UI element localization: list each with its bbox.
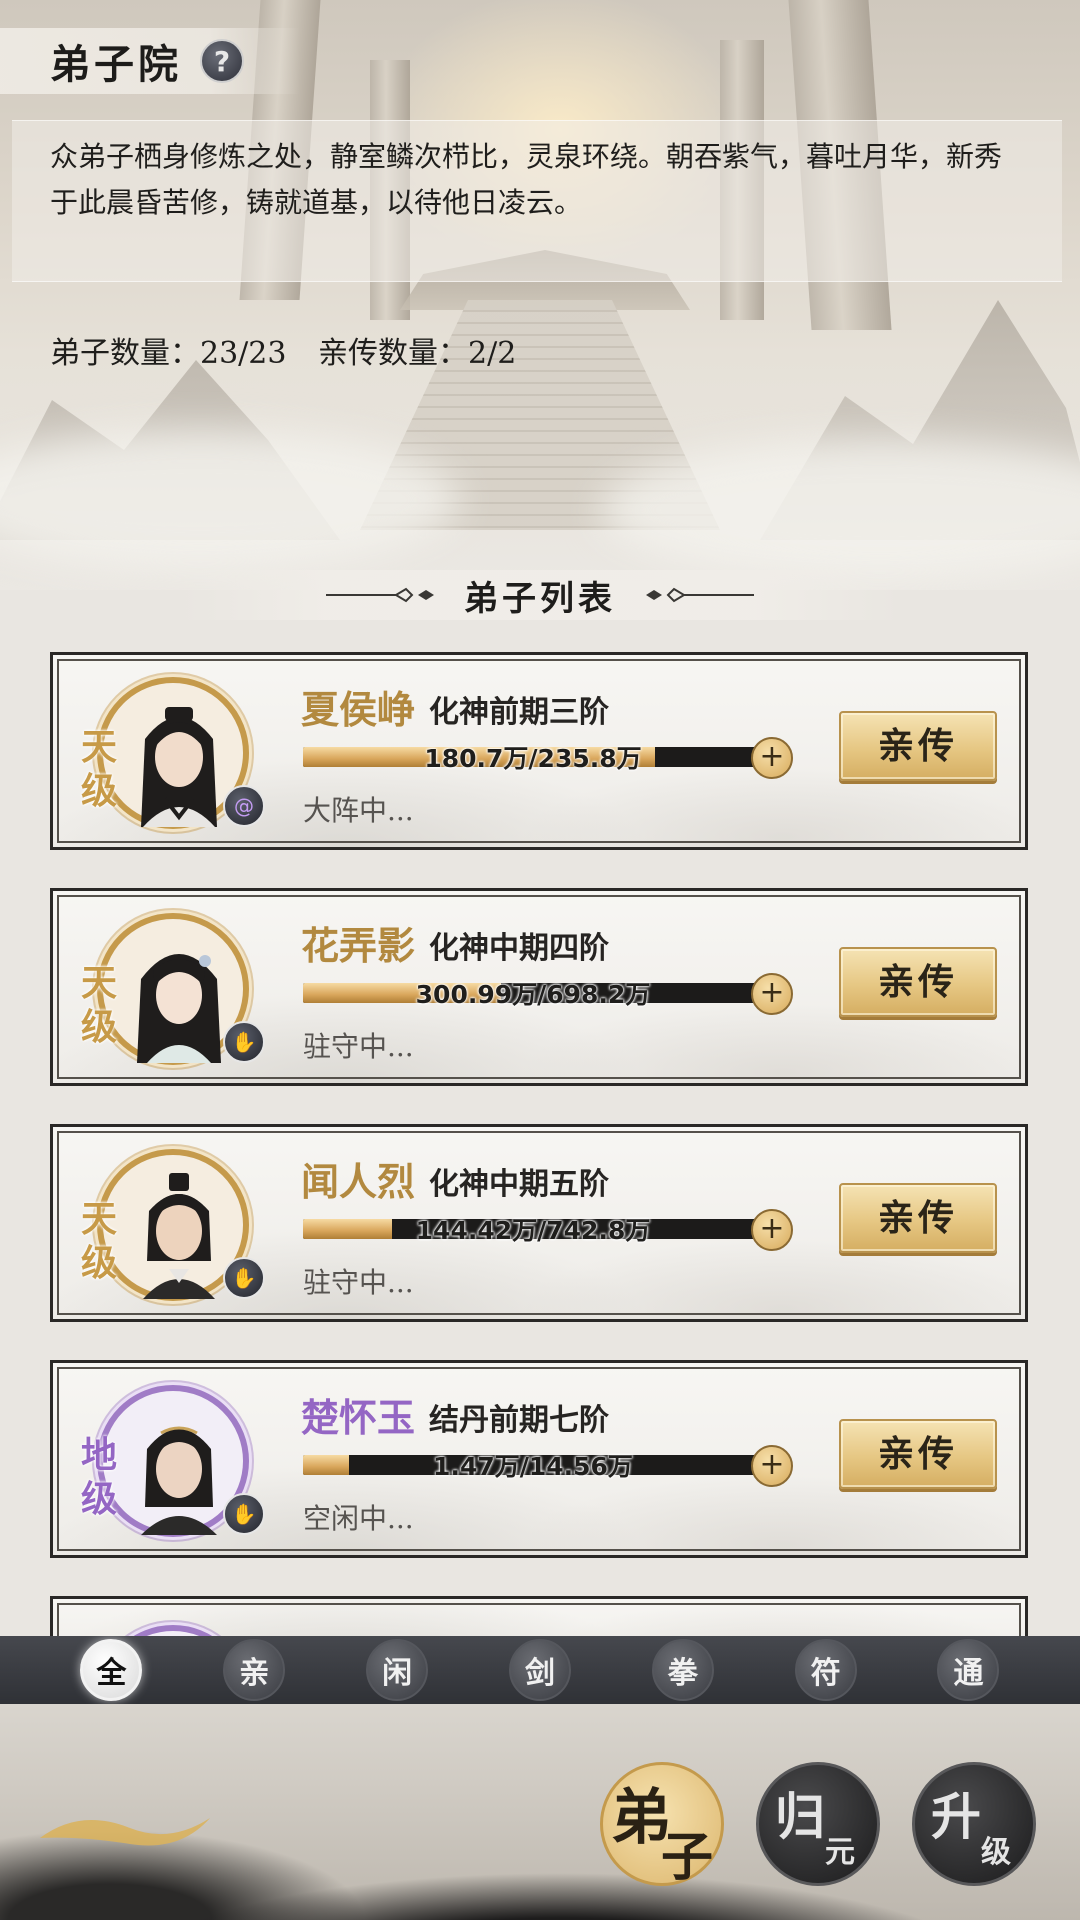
portrait-icon: [137, 954, 221, 1063]
add-exp-button[interactable]: +: [751, 973, 793, 1015]
nav-label-sub: 子: [661, 1827, 714, 1888]
add-exp-button[interactable]: +: [751, 1445, 793, 1487]
disciple-card[interactable]: 天级 @ 夏侯峥 化神前期三阶 180.7万/235.8万 + 大阵中... 亲…: [50, 652, 1028, 850]
disciple-card[interactable]: 天级 ✋ 闻人烈 化神中期五阶 144.42万/742.8万 + 驻守中... …: [50, 1124, 1028, 1322]
rank-label: 地级: [81, 1434, 118, 1520]
portrait-icon: [141, 707, 217, 827]
direct-disciple-button[interactable]: 亲传: [839, 947, 997, 1017]
filter-idle[interactable]: 闲: [366, 1639, 429, 1701]
rank-label: 天级: [81, 726, 118, 812]
disciple-status: 空闲中...: [303, 1502, 414, 1535]
count-row: 弟子数量：23/23 亲传数量：2/2: [50, 328, 538, 372]
add-exp-button[interactable]: +: [751, 1209, 793, 1251]
portrait-icon: [143, 1173, 215, 1299]
list-title: 弟子列表: [464, 578, 616, 619]
direct-disciple-button[interactable]: 亲传: [839, 1183, 997, 1253]
direct-disciple-count: 亲传数量：2/2: [318, 336, 517, 371]
disciple-name: 楚怀玉: [301, 1395, 416, 1440]
gold-swirl-icon: [40, 1818, 210, 1846]
filter-general[interactable]: 通: [937, 1639, 1000, 1701]
disciple-count: 弟子数量：23/23: [50, 336, 287, 371]
disciple-status: 大阵中...: [303, 794, 414, 827]
filter-talisman[interactable]: 符: [794, 1639, 857, 1701]
portrait-icon: [141, 1426, 217, 1535]
rank-label: 天级: [81, 962, 118, 1048]
title-bar: 弟子院 ?: [0, 28, 300, 94]
nav-disciples[interactable]: 弟 子: [600, 1762, 724, 1888]
description-text: 众弟子栖身修炼之处，静室鳞次栉比，灵泉环绕。朝吞紫气，暮吐月华，新秀于此晨昏苦修…: [50, 140, 1003, 219]
hand-icon: ✋: [223, 1493, 265, 1535]
rank-label: 天级: [81, 1198, 118, 1284]
nav-label-main: 升: [931, 1787, 981, 1846]
ornament-right-icon: [646, 587, 754, 603]
filter-direct[interactable]: 亲: [223, 1639, 286, 1701]
disciple-status: 驻守中...: [303, 1266, 414, 1299]
disciple-realm: 结丹前期七阶: [429, 1403, 609, 1438]
swirl-icon: @: [223, 785, 265, 827]
mist-left: [0, 430, 460, 570]
disciple-name: 花弄影: [301, 923, 416, 968]
filter-bar: 全 亲 闲 剑 拳 符 通: [0, 1636, 1080, 1704]
hand-icon: ✋: [223, 1257, 265, 1299]
disciple-name: 闻人烈: [301, 1159, 416, 1204]
help-icon[interactable]: ?: [200, 39, 244, 83]
exp-text: 144.42万/742.8万: [415, 1216, 651, 1245]
exp-text: 300.99万/698.2万: [415, 980, 651, 1009]
hand-icon: ✋: [223, 1021, 265, 1063]
filter-fist[interactable]: 拳: [651, 1639, 714, 1701]
disciple-status: 驻守中...: [303, 1030, 414, 1063]
list-header: 弟子列表: [180, 570, 900, 620]
nav-label-main: 归: [775, 1787, 825, 1846]
add-exp-button[interactable]: +: [751, 737, 793, 779]
disciple-realm: 化神中期四阶: [429, 931, 609, 966]
ornament-left-icon: [326, 587, 434, 603]
page-title: 弟子院: [50, 41, 182, 88]
nav-label-sub: 级: [981, 1835, 1011, 1870]
nav-upgrade[interactable]: 升 级: [912, 1762, 1036, 1886]
filter-sword[interactable]: 剑: [508, 1639, 571, 1701]
disciple-name: 夏侯峥: [301, 687, 416, 732]
disciple-card[interactable]: 地级 ✋ 楚怀玉 结丹前期七阶 1.47万/14.56万 + 空闲中... 亲传: [50, 1360, 1028, 1558]
filter-all[interactable]: 全: [80, 1639, 143, 1701]
disciple-realm: 化神前期三阶: [429, 695, 609, 730]
direct-disciple-button[interactable]: 亲传: [839, 1419, 997, 1489]
nav-return[interactable]: 归 元: [756, 1762, 880, 1886]
disciple-card[interactable]: 天级 ✋ 花弄影 化神中期四阶 300.99万/698.2万 + 驻守中... …: [50, 888, 1028, 1086]
direct-disciple-button[interactable]: 亲传: [839, 711, 997, 781]
exp-text: 1.47万/14.56万: [433, 1452, 633, 1481]
disciple-realm: 化神中期五阶: [429, 1167, 609, 1202]
exp-text: 180.7万/235.8万: [424, 744, 642, 773]
nav-label-sub: 元: [825, 1835, 855, 1870]
